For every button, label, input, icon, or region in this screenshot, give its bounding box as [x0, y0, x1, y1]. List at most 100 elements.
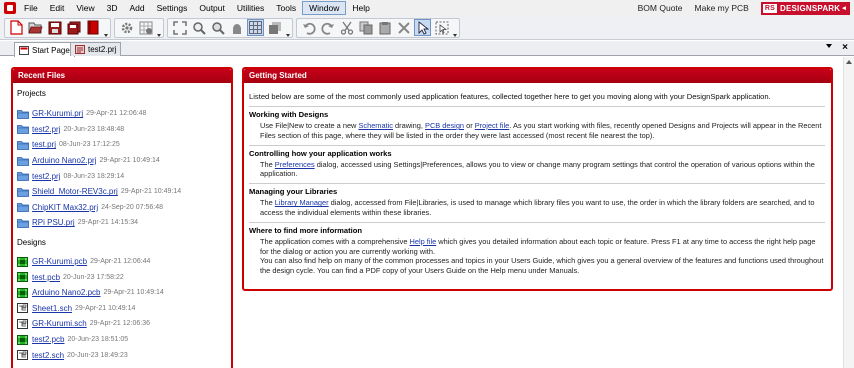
- folder-icon: [17, 156, 29, 166]
- close-tab-icon[interactable]: ×: [842, 43, 848, 53]
- body-text: dialog, accessed using Settings|Preferen…: [260, 159, 815, 179]
- zoom-in-icon[interactable]: [190, 19, 207, 36]
- recent-file-link[interactable]: test2.prj: [32, 125, 60, 134]
- tab-label: test2.prj: [88, 45, 117, 54]
- recent-file-row: Arduino Nano2.prj 29-Apr-21 10:49:14: [17, 153, 231, 169]
- toolbar-group-view: [167, 17, 293, 38]
- toolbar-overflow-icon[interactable]: [452, 19, 457, 37]
- recent-file-row: ChipKIT Max32.prj 24-Sep-20 07:56:48: [17, 200, 231, 216]
- recent-file-link[interactable]: test.prj: [32, 140, 56, 149]
- menu-item-settings[interactable]: Settings: [151, 1, 194, 15]
- recent-file-row: GR-Kurumi.prj 29-Apr-21 12:06:48: [17, 106, 231, 122]
- save-icon[interactable]: [46, 19, 63, 36]
- designspark-logo: RS DESIGNSPARK ◂: [760, 1, 850, 15]
- recent-file-row: Arduino Nano2.pcb 29-Apr-21 10:49:14: [17, 285, 231, 301]
- settings-icon[interactable]: [118, 19, 135, 36]
- recent-file-link[interactable]: Arduino Nano2.pcb: [32, 288, 101, 297]
- bom-quote-link[interactable]: BOM Quote: [632, 3, 689, 13]
- zoom-out-icon[interactable]: [209, 19, 226, 36]
- recent-file-link[interactable]: test2.prj: [32, 172, 60, 181]
- new-file-icon[interactable]: [8, 19, 25, 36]
- menu-bar: File Edit View 3D Add Settings Output Utilities…: [0, 0, 854, 16]
- section-body: The Preferences dialog, accessed using S…: [260, 160, 825, 180]
- recent-file-link[interactable]: Shield_Motor-REV3c.prj: [32, 187, 118, 196]
- recent-file-date: 20-Jun-23 18:48:48: [63, 125, 125, 133]
- pcb-file-icon: [17, 334, 29, 345]
- help-link-schematic[interactable]: Schematic: [358, 121, 393, 130]
- tab-test2-prj[interactable]: test2.prj: [70, 42, 122, 56]
- recent-file-row: test2.prj 20-Jun-23 18:48:48: [17, 122, 231, 138]
- select-icon[interactable]: [414, 19, 431, 36]
- toolbar-overflow-icon[interactable]: [156, 19, 161, 37]
- select-area-icon[interactable]: [433, 19, 450, 36]
- menu-item-output[interactable]: Output: [193, 1, 231, 15]
- help-link-pcb-design[interactable]: PCB design: [425, 121, 464, 130]
- recent-file-link[interactable]: test.pcb: [32, 273, 60, 282]
- vertical-scrollbar[interactable]: [843, 57, 854, 368]
- redo-icon[interactable]: [319, 19, 336, 36]
- menu-item-utilities[interactable]: Utilities: [231, 1, 270, 15]
- menu-item-add[interactable]: Add: [124, 1, 151, 15]
- body-text: You can also find help on many of the co…: [260, 256, 824, 276]
- menu-item-file[interactable]: File: [18, 1, 44, 15]
- layer-icon[interactable]: [266, 19, 283, 36]
- grid-settings-icon[interactable]: [137, 19, 154, 36]
- body-text: The application comes with a comprehensi…: [260, 236, 410, 246]
- cut-icon[interactable]: [338, 19, 355, 36]
- menu-item-3d[interactable]: 3D: [101, 1, 124, 15]
- save-all-icon[interactable]: [65, 19, 82, 36]
- delete-icon[interactable]: [395, 19, 412, 36]
- pan-icon[interactable]: [228, 19, 245, 36]
- recent-file-link[interactable]: RPi PSU.prj: [32, 218, 75, 227]
- folder-icon: [17, 140, 29, 150]
- paste-icon[interactable]: [376, 19, 393, 36]
- recent-file-date: 20-Jun-23 18:51:05: [67, 336, 129, 344]
- tab-start-page[interactable]: Start Page: [14, 42, 75, 57]
- recent-file-link[interactable]: test2.sch: [32, 351, 64, 360]
- help-link-preferences[interactable]: Preferences: [275, 160, 315, 169]
- section-heading: Controlling how your application works: [249, 148, 392, 158]
- grid-icon[interactable]: [247, 19, 264, 36]
- menu-item-edit[interactable]: Edit: [44, 1, 71, 15]
- recent-file-link[interactable]: GR-Kurumi.sch: [32, 319, 87, 328]
- recent-file-link[interactable]: GR-Kurumi.prj: [32, 109, 83, 118]
- book-icon[interactable]: [84, 19, 101, 36]
- recent-file-date: 29-Apr-21 12:06:36: [89, 320, 151, 328]
- toolbar-overflow-icon[interactable]: [103, 19, 108, 37]
- recent-file-link[interactable]: GR-Kurumi.pcb: [32, 257, 87, 266]
- menu-item-window[interactable]: Window: [302, 1, 347, 15]
- help-link-library-manager[interactable]: Library Manager: [275, 198, 329, 207]
- recent-file-row: RPi PSU.prj 29-Apr-21 14:15:34: [17, 215, 231, 231]
- getting-started-sections: Working with Designs Use File|New to crea…: [244, 106, 831, 276]
- menu-item-tools[interactable]: Tools: [270, 1, 302, 15]
- recent-file-link[interactable]: Sheet1.sch: [32, 304, 72, 313]
- recent-files-header: Recent Files: [13, 69, 231, 83]
- help-link-help-file[interactable]: Help file: [410, 237, 437, 246]
- app-icon[interactable]: [4, 2, 16, 14]
- recent-file-date: 29-Apr-21 14:15:34: [77, 219, 139, 227]
- make-my-pcb-link[interactable]: Make my PCB: [689, 3, 755, 13]
- undo-icon[interactable]: [300, 19, 317, 36]
- open-file-icon[interactable]: [27, 19, 44, 36]
- body-text: dialog, accessed from File|Libraries, is…: [260, 198, 815, 217]
- tab-list-dropdown-icon[interactable]: [826, 44, 832, 48]
- recent-file-link[interactable]: ChipKIT Max32.prj: [32, 203, 98, 212]
- help-link-project-file[interactable]: Project file: [475, 121, 510, 130]
- toolbar-overflow-icon[interactable]: [285, 19, 290, 37]
- recent-file-link[interactable]: Arduino Nano2.prj: [32, 156, 96, 165]
- pcb-file-icon: [17, 272, 29, 283]
- recent-file-row: test2.prj 08-Jun-23 18:29:14: [17, 168, 231, 184]
- fit-view-icon[interactable]: [171, 19, 188, 36]
- scroll-up-icon[interactable]: [846, 60, 852, 64]
- copy-icon[interactable]: [357, 19, 374, 36]
- menu-item-view[interactable]: View: [70, 1, 100, 15]
- getting-started-panel: Getting Started Listed below are some of…: [242, 67, 833, 291]
- toolbar-group-file: [4, 17, 111, 38]
- recent-file-date: 29-Apr-21 10:49:14: [103, 289, 164, 297]
- menu-item-help[interactable]: Help: [346, 1, 375, 15]
- body-text: The: [260, 159, 275, 169]
- recent-files-panel: Recent Files Projects GR-Kurumi.prj 29-Ap…: [11, 67, 233, 368]
- toolbar-group-edit: [296, 17, 460, 38]
- recent-file-link[interactable]: test2.pcb: [32, 335, 64, 344]
- project-icon: [75, 45, 85, 54]
